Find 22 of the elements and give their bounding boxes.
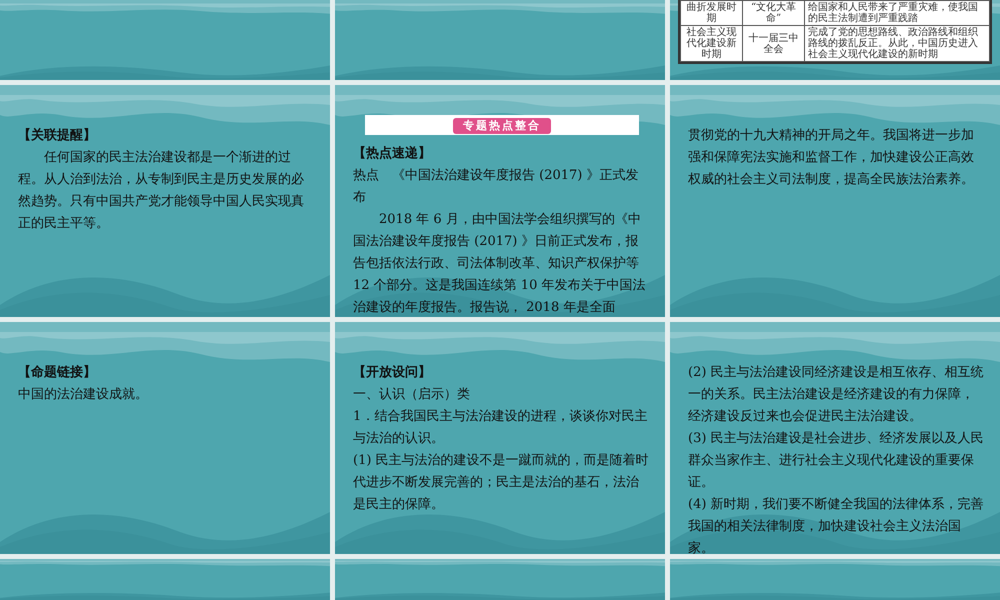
paragraph: 热点 《中国法治建设年度报告 (2017) 》正式发布 xyxy=(353,167,640,207)
paragraph: 2018 年 6 月，由中国法学会组织撰写的《中国法治建设年度报告 (2017) 》日前正式发布，报告包括依法行政、司法体制改革、知识产权保护等 12 个部分。这是我国连续第 10 年发布关于中国法治建设的年度报告。报告说， 2018 年是全面 xyxy=(353,211,646,317)
paragraph: (2) 民主与法治建设同经济建设是相互依存、相互统一的关系。民主法治建设是经济建设的有力保障，经济建设反过来也会促进民主法治建设。 xyxy=(688,364,985,426)
table-cell: 十一届三中全会 xyxy=(742,26,804,62)
section-heading: 【命题链接】 xyxy=(18,364,97,382)
section-heading: 【热点速递】 xyxy=(353,144,432,163)
paragraph: 1．结合我国民主与法治建设的进程，谈谈你对民主与法治的认识。 xyxy=(353,408,648,448)
table-cell: 完成了党的思想路线、政治路线和组织路线的拨乱反正。从此，中国历史进入社会主义现代化建设的新时期 xyxy=(804,26,990,62)
paragraph: 中国的法治建设成就。 xyxy=(18,386,149,404)
paragraph: 贯彻党的十九大精神的开局之年。我国将进一步加强和保障宪法实施和监督工作，加快建设公正高效权威的社会主义司法制度，提高全民族法治素养。 xyxy=(688,127,975,189)
paragraph: (1) 民主与法治的建设不是一蹴而就的，而是随着时代进步不断发展完善的；民主是法治的基石，法治是民主的保障。 xyxy=(353,452,650,514)
table-cell: 社会主义现代化建设新时期 xyxy=(680,26,742,62)
paragraph: 一、认识（启示）类 xyxy=(353,386,471,404)
paragraph: 任何国家的民主法治建设都是一个渐进的过程。从人治到法治，从专制到民主是历史发展的必然趋势。只有中国共产党才能领导中国人民实现真正的民主平等。 xyxy=(18,149,305,233)
table-cell: “文化大革命” xyxy=(742,0,804,26)
paragraph: (3) 民主与法治建设是社会进步、经济发展以及人民群众当家作主、进行社会主义现代化建设的重要保证。 xyxy=(688,430,985,492)
paragraph: (4) 新时期，我们要不断健全我国的法律体系，完善我国的相关法律制度，加快建设社会主义法治国家。 xyxy=(688,496,985,554)
section-heading: 【开放设问】 xyxy=(353,364,432,382)
banner-title: 专题热点整合 xyxy=(453,118,551,134)
table-cell: 给国家和人民带来了严重灾难，使我国的民主法制遭到严重践踏 xyxy=(804,0,990,26)
table-cell: 曲折发展时期 xyxy=(680,0,742,26)
section-heading: 【关联提醒】 xyxy=(18,126,97,145)
